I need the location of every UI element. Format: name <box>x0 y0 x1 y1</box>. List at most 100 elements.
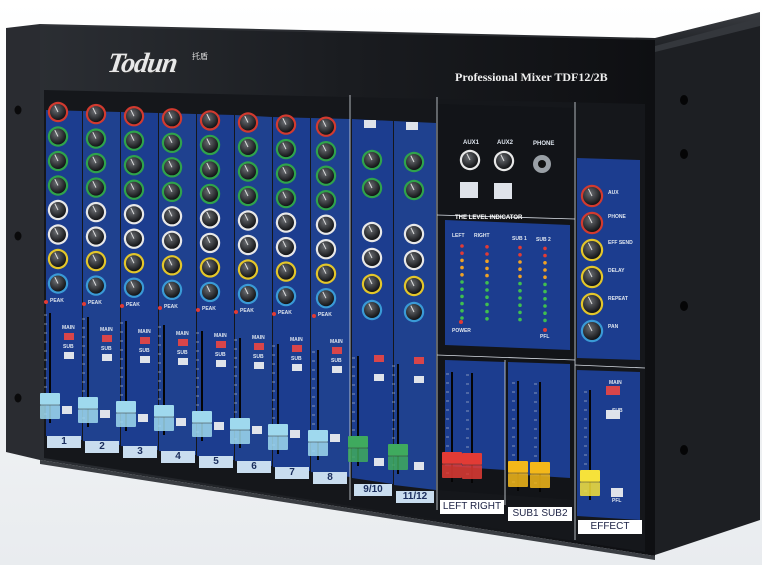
main-right-fader[interactable] <box>462 453 482 479</box>
ch7-gain-knob[interactable] <box>275 114 297 135</box>
ch4-aux1-knob[interactable] <box>161 206 183 227</box>
ch11-knob-3[interactable] <box>403 249 425 271</box>
effect-main-button[interactable] <box>606 386 620 395</box>
ch4-fader[interactable] <box>154 405 174 431</box>
ch11-pfl-button[interactable] <box>414 462 424 470</box>
ch8-pan-knob[interactable] <box>315 288 337 309</box>
ch4-aux2-knob[interactable] <box>161 230 183 251</box>
ch5-low-knob[interactable] <box>199 183 221 205</box>
ch6-eff-knob[interactable] <box>237 259 259 280</box>
ch1-eff-knob[interactable] <box>47 248 69 270</box>
ch5-sub-button[interactable] <box>216 360 226 367</box>
ch3-pan-knob[interactable] <box>123 277 145 298</box>
ch2-mid-knob[interactable] <box>85 152 107 174</box>
ch5-pan-knob[interactable] <box>199 281 221 303</box>
aux2-button[interactable] <box>494 183 512 199</box>
ch2-eff-knob[interactable] <box>85 250 107 272</box>
ch9-sub-button[interactable] <box>374 374 384 381</box>
ch1-aux2-knob[interactable] <box>47 224 69 245</box>
effect-fader[interactable] <box>580 470 600 496</box>
ch7-pfl-button[interactable] <box>290 430 300 438</box>
ch5-mid-knob[interactable] <box>199 159 221 180</box>
effect-pfl-button[interactable] <box>611 488 623 497</box>
ch9-knob-5[interactable] <box>361 299 383 321</box>
ch11-knob-5[interactable] <box>403 301 425 323</box>
ch7-fader[interactable] <box>268 424 288 450</box>
ch6-high-knob[interactable] <box>237 136 259 158</box>
ch6-sub-button[interactable] <box>254 362 264 369</box>
ch2-pfl-button[interactable] <box>100 410 110 418</box>
ch2-main-button[interactable] <box>102 335 112 342</box>
ch7-main-button[interactable] <box>292 345 302 352</box>
effect-knob-1[interactable] <box>580 211 604 235</box>
ch9-main-button[interactable] <box>374 355 384 362</box>
ch2-low-knob[interactable] <box>85 177 107 198</box>
ch11-fader[interactable] <box>388 444 408 470</box>
ch11-knob-0[interactable] <box>403 151 425 173</box>
ch9-knob-0[interactable] <box>361 149 383 171</box>
ch9-knob-4[interactable] <box>361 273 383 295</box>
ch6-aux2-knob[interactable] <box>237 234 259 256</box>
ch5-eff-knob[interactable] <box>199 257 221 278</box>
ch8-gain-knob[interactable] <box>315 116 337 137</box>
ch6-low-knob[interactable] <box>237 185 259 207</box>
ch8-main-button[interactable] <box>332 347 342 354</box>
ch3-fader[interactable] <box>116 401 136 427</box>
ch5-aux2-knob[interactable] <box>199 232 221 254</box>
ch11-knob-2[interactable] <box>403 223 425 245</box>
aux1-button[interactable] <box>460 182 478 198</box>
sub2-fader[interactable] <box>530 462 550 488</box>
effect-knob-4[interactable] <box>580 292 604 316</box>
ch9-fader[interactable] <box>348 436 368 462</box>
ch5-aux1-knob[interactable] <box>199 208 221 229</box>
ch11-main-button[interactable] <box>414 357 424 364</box>
ch6-aux1-knob[interactable] <box>237 210 259 231</box>
ch11-input-switch[interactable] <box>406 122 418 130</box>
ch3-gain-knob[interactable] <box>123 106 145 127</box>
ch4-low-knob[interactable] <box>161 181 183 202</box>
ch5-high-knob[interactable] <box>199 134 221 156</box>
ch5-main-button[interactable] <box>216 341 226 348</box>
ch4-main-button[interactable] <box>178 339 188 346</box>
aux2-master-knob[interactable] <box>493 150 515 172</box>
ch9-input-switch[interactable] <box>364 120 376 128</box>
main-left-fader[interactable] <box>442 452 462 478</box>
effect-knob-3[interactable] <box>580 265 604 289</box>
ch11-sub-button[interactable] <box>414 376 424 383</box>
ch8-mid-knob[interactable] <box>315 165 337 186</box>
ch1-pan-knob[interactable] <box>47 273 69 294</box>
ch9-knob-3[interactable] <box>361 247 383 269</box>
aux1-master-knob[interactable] <box>459 149 481 171</box>
ch11-knob-1[interactable] <box>403 179 425 201</box>
ch8-sub-button[interactable] <box>332 366 342 373</box>
ch2-aux2-knob[interactable] <box>85 226 107 247</box>
ch9-pfl-button[interactable] <box>374 458 384 466</box>
ch8-pfl-button[interactable] <box>330 434 340 442</box>
ch3-aux1-knob[interactable] <box>123 204 145 225</box>
ch1-aux1-knob[interactable] <box>47 199 69 221</box>
ch8-low-knob[interactable] <box>315 190 337 211</box>
ch3-pfl-button[interactable] <box>138 414 148 422</box>
ch6-mid-knob[interactable] <box>237 161 259 182</box>
ch4-gain-knob[interactable] <box>161 108 183 129</box>
ch1-high-knob[interactable] <box>47 126 69 147</box>
ch1-sub-button[interactable] <box>64 352 74 359</box>
ch8-aux1-knob[interactable] <box>315 214 337 235</box>
ch5-pfl-button[interactable] <box>214 422 224 430</box>
ch1-low-knob[interactable] <box>47 175 69 196</box>
ch3-aux2-knob[interactable] <box>123 228 145 249</box>
ch2-aux1-knob[interactable] <box>85 201 107 223</box>
ch7-aux2-knob[interactable] <box>275 236 297 258</box>
ch2-gain-knob[interactable] <box>85 103 107 125</box>
ch4-high-knob[interactable] <box>161 132 183 153</box>
ch3-mid-knob[interactable] <box>123 155 145 176</box>
ch7-eff-knob[interactable] <box>275 261 297 282</box>
ch6-main-button[interactable] <box>254 343 264 350</box>
ch11-knob-4[interactable] <box>403 275 425 297</box>
ch8-aux2-knob[interactable] <box>315 239 337 260</box>
ch4-mid-knob[interactable] <box>161 157 183 178</box>
ch2-sub-button[interactable] <box>102 354 112 361</box>
effect-knob-5[interactable] <box>580 319 604 343</box>
ch7-pan-knob[interactable] <box>275 285 297 307</box>
ch3-eff-knob[interactable] <box>123 253 145 274</box>
